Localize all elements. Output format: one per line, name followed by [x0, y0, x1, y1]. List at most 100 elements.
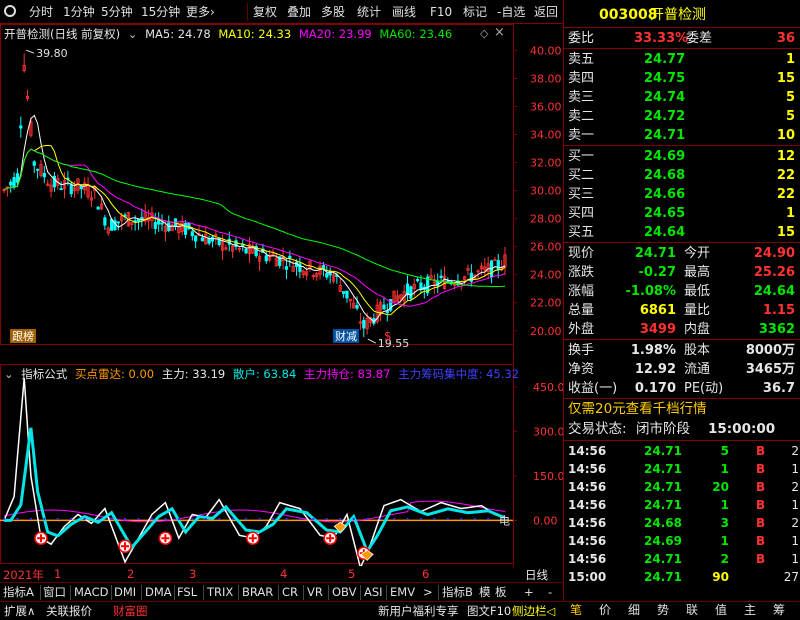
concentration-dot — [150, 517, 153, 520]
expand-button[interactable]: 扩展∧ — [4, 603, 35, 620]
min-arrow-icon — [367, 338, 377, 344]
legend-ma60: MA60: 23.46 — [379, 27, 453, 41]
f10-graphic-button[interactable]: 图文F10 — [467, 603, 511, 620]
new-user-promo-link[interactable]: 新用户福利专享 — [378, 603, 459, 620]
max-arrow-icon — [25, 49, 35, 54]
overlay-button[interactable]: 叠加 — [284, 3, 314, 21]
back-button[interactable]: 返回 — [531, 3, 561, 21]
tab-intraday[interactable]: 分时 — [26, 3, 56, 21]
tabs-more-arrow[interactable]: > — [423, 584, 433, 601]
zoom-in-button[interactable]: + — [524, 584, 534, 601]
tab-board[interactable]: 板 — [495, 584, 507, 601]
adjust-price-button[interactable]: 复权 — [250, 3, 280, 21]
concentration-dot — [406, 517, 409, 520]
price-tick-label: 30.00 — [530, 185, 562, 198]
diamond-icon[interactable]: ◇ — [480, 27, 488, 40]
tab-indicator-b[interactable]: 指标B — [442, 584, 473, 601]
stat-label: PE(动) — [684, 381, 724, 396]
multi-stock-button[interactable]: 多股 — [318, 3, 348, 21]
tab-dma[interactable]: DMA — [145, 584, 172, 601]
concentration-dot — [312, 517, 315, 520]
draw-line-button[interactable]: 画线 — [389, 3, 419, 21]
tab-macd[interactable]: MACD — [74, 584, 108, 601]
tick-row: 14:56 24.71 20 B 2 — [564, 478, 800, 496]
tab-asi[interactable]: ASI — [364, 584, 383, 601]
quote-side-tab[interactable]: 主 — [744, 601, 756, 620]
stat-value: 24.90 — [753, 246, 795, 261]
close-icon[interactable]: × — [494, 25, 505, 40]
statistics-button[interactable]: 统计 — [354, 3, 384, 21]
ask-row: 卖四 24.75 15 — [564, 69, 800, 88]
order-diff-value: 36 — [776, 31, 795, 46]
price-tick-label: 36.00 — [530, 100, 562, 113]
wealth-circle-button[interactable]: 财富圈 — [113, 603, 148, 620]
tab-cr[interactable]: CR — [282, 584, 298, 601]
bid-row: 买四 24.65 1 — [564, 204, 800, 223]
tab-indicator-a[interactable]: 指标A — [3, 584, 34, 601]
concentration-dot — [446, 517, 449, 520]
tab-dmi[interactable]: DMI — [114, 584, 136, 601]
concentration-dot — [325, 517, 328, 520]
ask-price: 24.75 — [644, 71, 686, 86]
quote-side-tab[interactable]: 值 — [715, 601, 727, 620]
order-diff-label: 委差 — [686, 31, 713, 46]
quote-side-tab[interactable]: 联 — [686, 601, 698, 620]
bid-price: 24.66 — [644, 187, 686, 202]
quote-side-tab[interactable]: 价 — [599, 601, 611, 620]
tab-obv[interactable]: OBV — [332, 584, 356, 601]
tab-vr[interactable]: VR — [307, 584, 323, 601]
main-chart-chevron-icon[interactable]: ⌄ — [128, 27, 138, 41]
bid-label: 买一 — [568, 149, 595, 164]
tab-1min[interactable]: 1分钟 — [60, 3, 98, 21]
tick-volume: 1 — [720, 462, 729, 476]
tab-fsl[interactable]: FSL — [177, 584, 197, 601]
tab-trix[interactable]: TRIX — [207, 584, 233, 601]
tick-price: 24.68 — [644, 516, 682, 530]
stock-header: 003008 开普检测 — [564, 4, 800, 26]
concentration-dot — [473, 517, 476, 520]
ask-label: 卖四 — [568, 71, 595, 86]
related-quotes-button[interactable]: 关联报价 — [46, 603, 92, 620]
tab-5min[interactable]: 5分钟 — [98, 3, 136, 21]
tick-time: 14:56 — [568, 462, 607, 476]
candle-body — [419, 282, 423, 290]
candle-body — [136, 219, 141, 222]
indicator-chevron-icon[interactable]: ⌄ — [4, 367, 14, 381]
stat-label: 涨跌 — [568, 265, 595, 280]
zoom-out-button[interactable]: - — [548, 584, 552, 601]
mark-button[interactable]: 标记 — [460, 3, 490, 21]
quote-side-tab[interactable]: 细 — [628, 601, 640, 620]
promo-text[interactable]: 仅需20元查看千档行情 — [568, 400, 707, 419]
candle-body — [36, 168, 40, 171]
bid-label: 买四 — [568, 206, 595, 221]
period-label[interactable]: 日线 — [525, 567, 548, 583]
ask-price: 24.72 — [644, 109, 686, 124]
tab-template[interactable]: 模 — [479, 584, 491, 601]
tag-dividend: $ — [384, 329, 392, 343]
tick-price: 24.71 — [644, 480, 682, 494]
tab-brar[interactable]: BRAR — [242, 584, 273, 601]
sidebar-toggle-button[interactable]: 侧边栏◁ — [512, 603, 555, 620]
promo-banner[interactable]: 仅需20元查看千档行情 — [564, 400, 800, 419]
indicator-tick-label: 450.00 — [533, 381, 563, 394]
settings-icon[interactable] — [4, 5, 16, 17]
f10-button[interactable]: F10 — [427, 3, 455, 21]
tick-count: 2 — [791, 480, 799, 494]
tab-emv[interactable]: EMV — [390, 584, 415, 601]
tick-time: 14:56 — [568, 516, 607, 530]
quote-side-tab[interactable]: 笔 — [570, 601, 582, 620]
quote-side-tab[interactable]: 筹 — [773, 601, 785, 620]
tab-15min[interactable]: 15分钟 — [138, 3, 183, 21]
concentration-dot — [258, 517, 261, 520]
bid-row: 买一 24.69 12 — [564, 147, 800, 166]
tick-count: 27 — [783, 570, 799, 584]
tab-window[interactable]: 窗口 — [43, 584, 66, 601]
remove-watchlist-button[interactable]: -自选 — [494, 3, 528, 21]
more-periods-menu[interactable]: 更多› — [183, 3, 218, 21]
legend-main-hold: 主力持仓: 83.87 — [303, 367, 391, 381]
quote-side-tab[interactable]: 势 — [657, 601, 669, 620]
trade-status-label: 交易状态: — [568, 421, 627, 437]
ma60-line — [3, 148, 506, 288]
tick-row: 14:56 24.71 1 B 1 — [564, 460, 800, 478]
kline-chart[interactable]: 40.00 38.00 36.00 34.00 32.00 30.00 28.00 26.00… — [0, 24, 563, 566]
